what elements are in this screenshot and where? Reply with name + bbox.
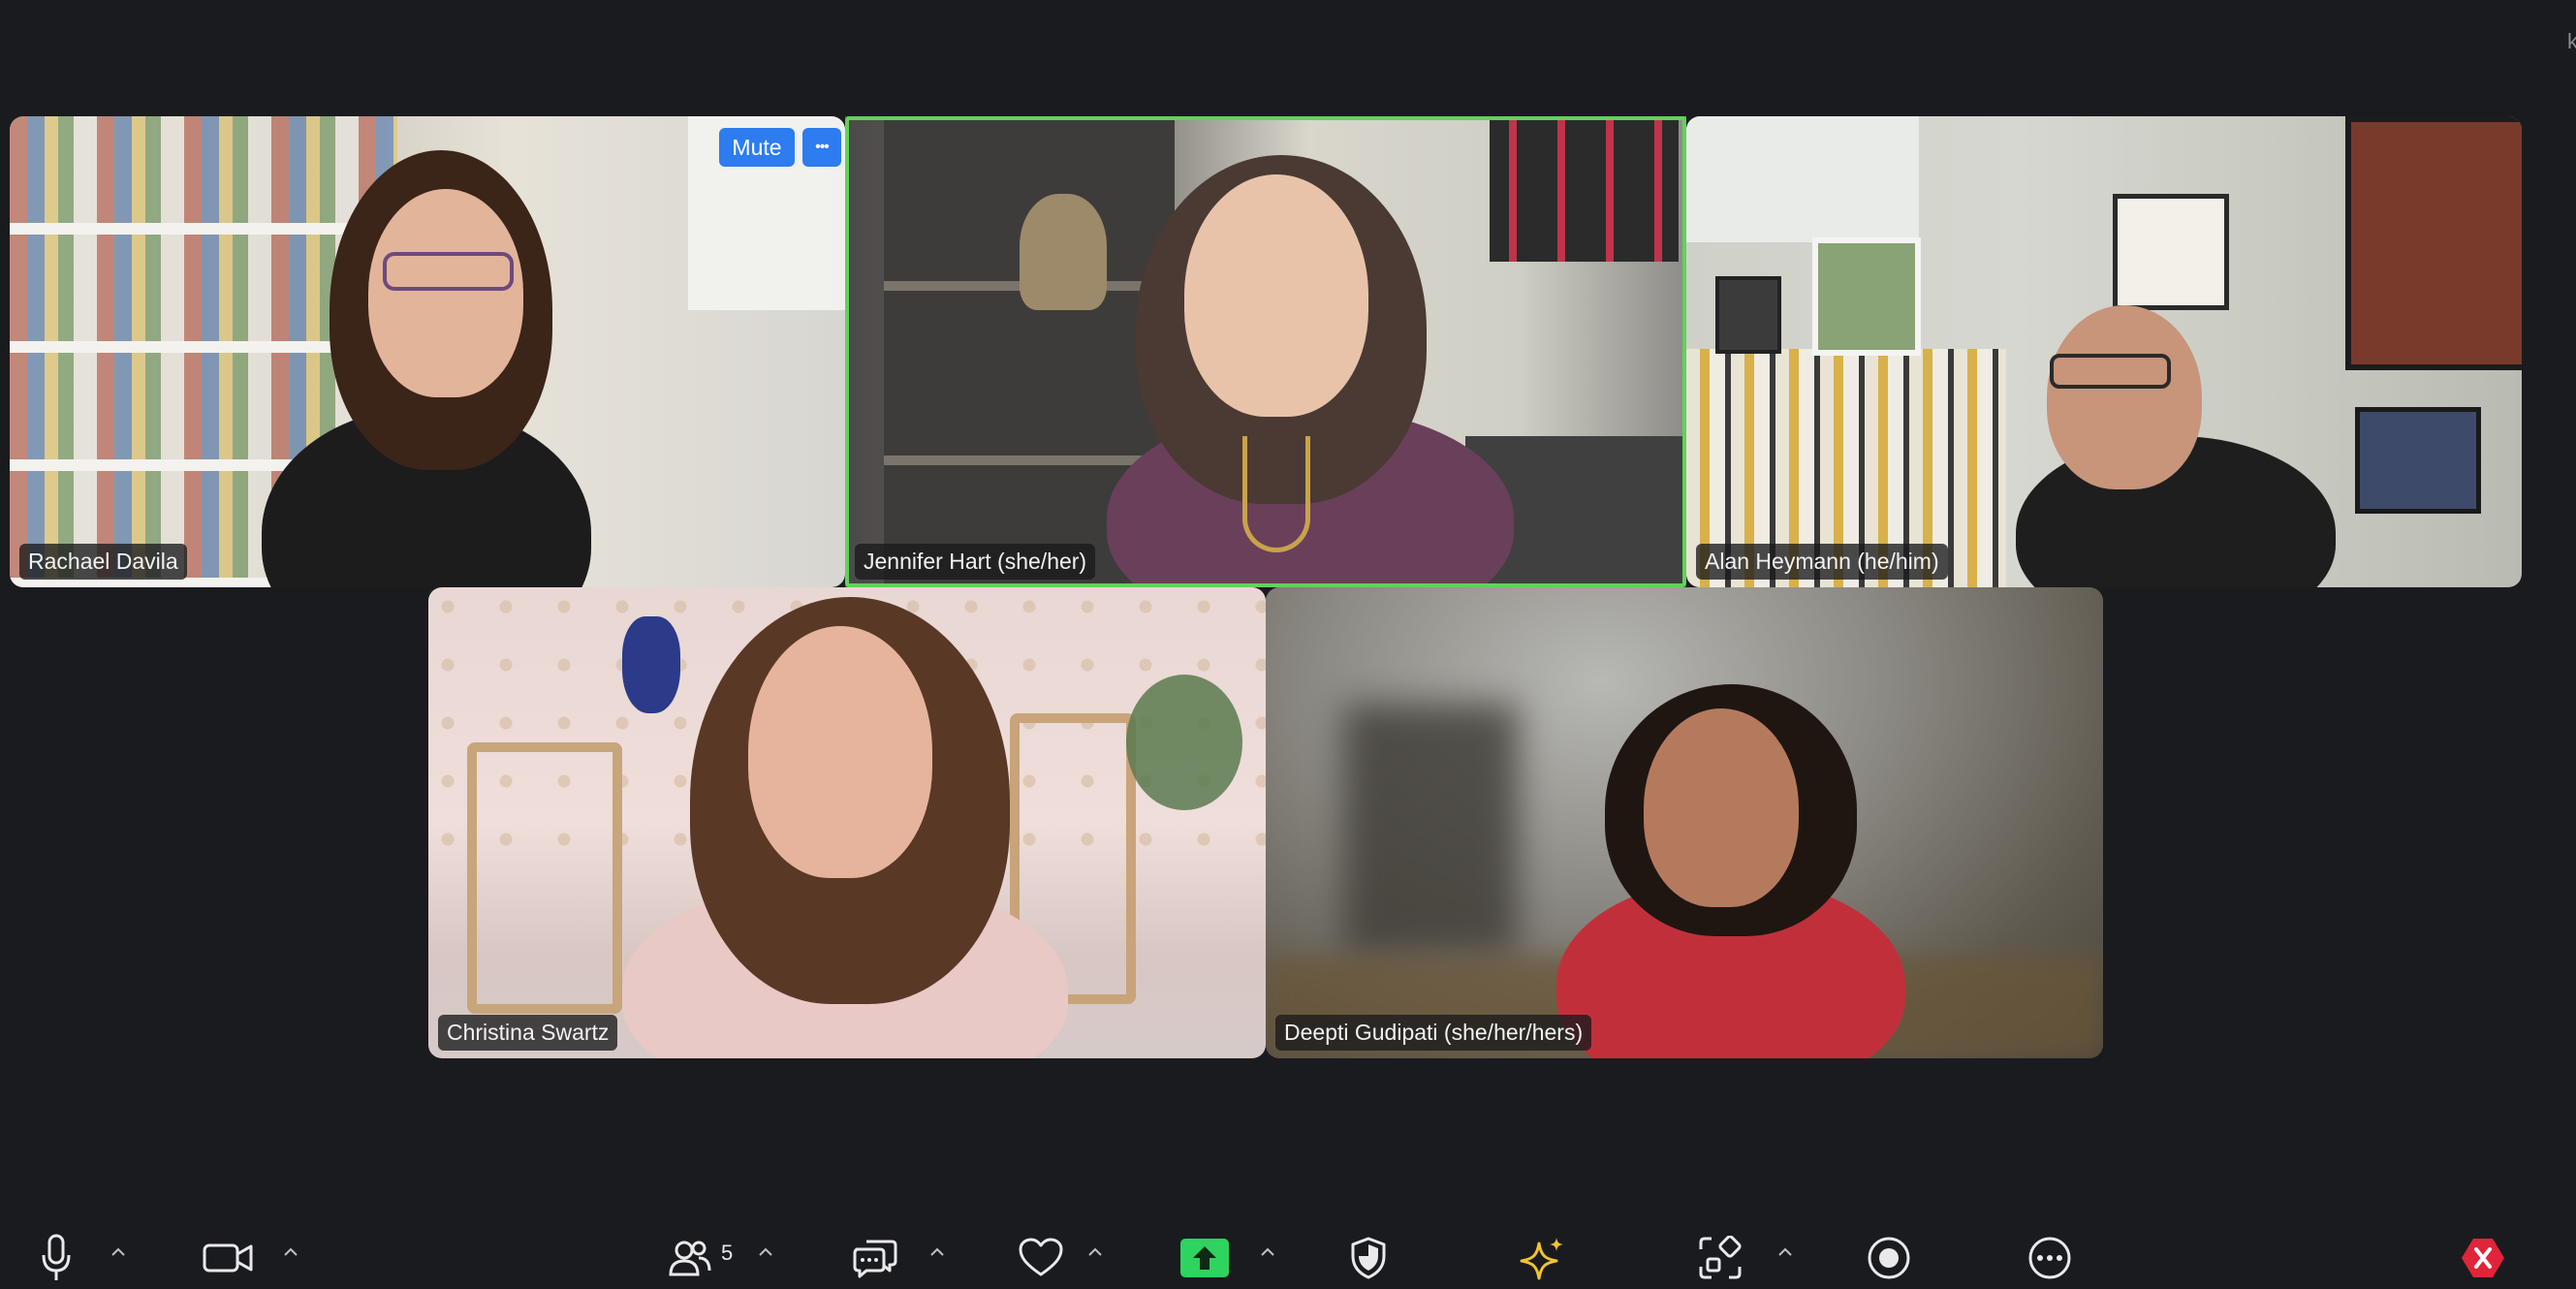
chat-button[interactable]	[853, 1231, 897, 1285]
video-tile-rachael[interactable]: Mute ••• Rachael Davila	[10, 116, 845, 587]
video-tile-deepti[interactable]: Deepti Gudipati (she/her/hers)	[1266, 587, 2103, 1058]
apps-options-caret[interactable]	[1774, 1239, 1797, 1266]
share-screen-icon	[1180, 1239, 1229, 1277]
participant-name-label: Rachael Davila	[19, 544, 187, 580]
apps-button[interactable]	[1698, 1231, 1743, 1285]
wall-art	[1490, 116, 1679, 262]
edge-text: k	[2567, 29, 2576, 53]
participant-name-label: Christina Swartz	[438, 1015, 618, 1051]
chat-options-caret[interactable]	[926, 1239, 949, 1266]
participants-options-caret[interactable]	[754, 1239, 777, 1266]
participant-name-label: Deepti Gudipati (she/her/hers)	[1275, 1015, 1592, 1051]
security-button[interactable]	[1349, 1231, 1388, 1285]
wall-photo	[2355, 407, 2481, 514]
glasses	[2050, 354, 2171, 389]
more-button[interactable]	[2027, 1231, 2072, 1285]
chevron-up-icon	[930, 1247, 944, 1256]
reactions-button[interactable]	[1018, 1231, 1064, 1285]
picture-frame	[1715, 276, 1781, 354]
security-shield-icon	[1351, 1237, 1386, 1279]
participant-face	[2047, 305, 2202, 489]
video-tile-alan[interactable]: Alan Heymann (he/him)	[1686, 116, 2522, 587]
video-tile-christina[interactable]: Christina Swartz	[428, 587, 1266, 1058]
mute-participant-button[interactable]: Mute	[719, 128, 795, 167]
mute-button[interactable]	[37, 1231, 76, 1285]
end-meeting-button[interactable]	[2460, 1231, 2506, 1285]
ai-companion-sparkle-icon	[1520, 1238, 1563, 1280]
video-options-caret[interactable]	[279, 1239, 302, 1266]
video-button[interactable]	[202, 1231, 254, 1285]
window-blind	[1686, 116, 1919, 242]
audio-options-caret[interactable]	[107, 1239, 130, 1266]
record-icon	[1868, 1237, 1910, 1279]
participant-face	[368, 189, 523, 397]
chevron-up-icon	[111, 1247, 125, 1256]
participants-button[interactable]	[669, 1231, 711, 1285]
reactions-heart-icon	[1019, 1238, 1063, 1276]
chevron-up-icon	[1088, 1247, 1102, 1256]
video-camera-icon	[203, 1243, 253, 1273]
participant-more-button[interactable]: •••	[802, 128, 841, 167]
blurred-shape	[1343, 704, 1518, 956]
share-options-caret[interactable]	[1256, 1239, 1279, 1266]
diploma-frame	[2113, 194, 2229, 310]
participant-name-label: Jennifer Hart (she/her)	[855, 544, 1096, 580]
participant-face	[1644, 708, 1799, 907]
chevron-up-icon	[759, 1247, 772, 1256]
video-tile-jennifer[interactable]: Jennifer Hart (she/her)	[845, 116, 1686, 587]
chevron-up-icon	[1778, 1247, 1792, 1256]
more-icon	[2028, 1237, 2071, 1279]
chair-left	[467, 742, 622, 1014]
picture-frame	[1812, 237, 1921, 356]
meeting-toolbar: 5	[0, 1211, 2576, 1289]
participant-face	[748, 626, 932, 878]
chevron-up-icon	[284, 1247, 298, 1256]
plant	[1126, 675, 1242, 810]
participants-count: 5	[721, 1241, 734, 1265]
apps-icon	[1699, 1236, 1742, 1279]
end-meeting-icon	[2462, 1239, 2504, 1277]
participants-icon	[669, 1241, 711, 1276]
lamp	[622, 616, 680, 713]
share-screen-button[interactable]	[1180, 1231, 1229, 1285]
glasses	[383, 252, 514, 291]
microphone-icon	[42, 1234, 71, 1280]
buddha-statue	[1020, 194, 1107, 310]
record-button[interactable]	[1867, 1231, 1911, 1285]
participant-face	[1184, 174, 1368, 417]
chevron-up-icon	[1261, 1247, 1274, 1256]
train-poster	[2345, 116, 2522, 370]
participant-name-label: Alan Heymann (he/him)	[1696, 544, 1948, 580]
ai-companion-button[interactable]	[1520, 1231, 1566, 1285]
necklace	[1242, 436, 1310, 552]
reactions-options-caret[interactable]	[1084, 1239, 1107, 1266]
zoom-meeting-window: k Mute ••• Rachael Davila Jennifer Hart …	[0, 0, 2576, 1289]
chat-icon	[853, 1240, 897, 1278]
